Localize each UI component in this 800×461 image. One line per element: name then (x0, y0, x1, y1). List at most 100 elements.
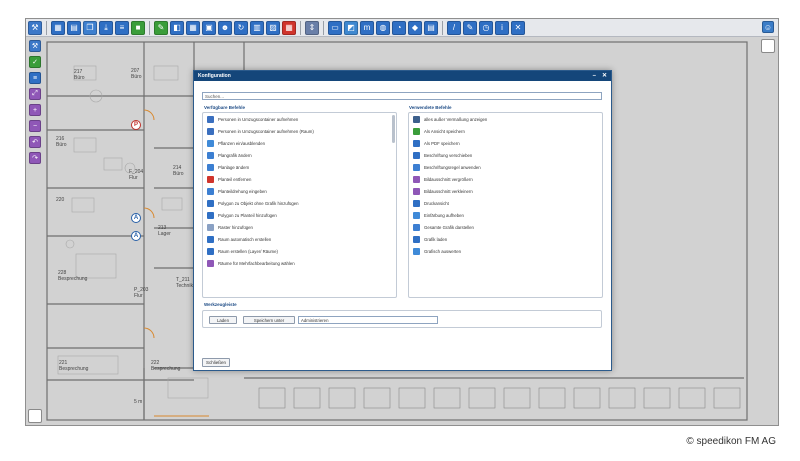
command-item[interactable]: alles außer Vermaßung anzeigen (409, 113, 602, 125)
user-icon[interactable]: ☺ (762, 21, 774, 33)
available-commands-list[interactable]: Personen in Umzugscontainer aufnehmen Per… (202, 112, 397, 298)
command-item[interactable]: Beschriftung verschieben (409, 149, 602, 161)
edit-icon[interactable]: ✎ (154, 20, 168, 35)
room-label: 220 (56, 197, 65, 203)
command-icon (413, 163, 420, 171)
calendar-icon[interactable]: ▦ (282, 20, 296, 35)
command-item[interactable]: Polygon zu Objekt ohne Grafik hinzufügen (203, 197, 396, 209)
command-item[interactable]: Als Ansicht speichern (409, 125, 602, 137)
grid2-icon[interactable]: ▦ (186, 20, 200, 35)
save-icon[interactable]: ■ (131, 20, 145, 35)
command-item[interactable]: Beschriftungsregel anwenden (409, 161, 602, 173)
pencil-icon[interactable]: ✎ (463, 20, 477, 35)
main-toolbar: ⚒ ▦ ▤ ❐ ⤓ ≡ ■ ✎ ◧ ▦ ▣ ☻ ↻ ▥ ▨ ▦ ⇕ ▭ ◩ m ◍ ◔ ◆ ▤ / ✎ ◷ i ✕ (26, 19, 778, 37)
image2-icon[interactable]: ◩ (344, 20, 358, 35)
command-item[interactable]: Pflanzen ein/ausblenden (203, 137, 396, 149)
search-input[interactable]: Suchen... (202, 92, 602, 100)
command-item[interactable]: Raster hinzufügen (203, 221, 396, 233)
command-item[interactable]: Plangrafik ändern (203, 149, 396, 161)
used-commands-title: Verwendete Befehle (409, 105, 452, 110)
tag-icon[interactable]: ◆ (408, 20, 422, 35)
zoom-out-icon[interactable]: − (29, 120, 41, 132)
command-label: Gesamte Grafik darstellen (424, 224, 474, 230)
zoom-box-icon[interactable]: ⤢ (29, 88, 41, 100)
command-item[interactable]: Einfärbung aufheben (409, 209, 602, 221)
parking-marker[interactable]: P (131, 120, 141, 130)
command-item[interactable]: Bildausschnitt vergrößern (409, 173, 602, 185)
command-item[interactable]: Grafik laden (409, 233, 602, 245)
command-icon (207, 163, 214, 171)
command-icon (413, 223, 420, 231)
command-label: Einfärbung aufheben (424, 212, 464, 218)
command-label: Raum erstellen (Layer/ Räume) (218, 248, 278, 254)
minimize-icon[interactable]: – (593, 73, 596, 79)
command-label: Polygon zu Planteil hinzufügen (218, 212, 277, 218)
save-as-button[interactable]: Speichern unter (243, 316, 295, 324)
command-item[interactable]: Als PDF speichern (409, 137, 602, 149)
stamp-icon[interactable]: ▨ (266, 20, 280, 35)
command-icon (207, 223, 214, 231)
command-label: Als PDF speichern (424, 140, 460, 146)
copy-icon[interactable]: ❐ (83, 20, 97, 35)
list-icon[interactable]: ≡ (115, 20, 129, 35)
command-item[interactable]: Bildausschnitt verkleinern (409, 185, 602, 197)
workspace-name-field[interactable]: Administrieren (298, 316, 438, 324)
report-icon[interactable]: ▥ (250, 20, 264, 35)
used-commands-list[interactable]: alles außer Vermaßung anzeigen Als Ansich… (408, 112, 603, 298)
close-icon[interactable]: ✕ (511, 20, 525, 35)
layers-icon[interactable]: ◧ (170, 20, 184, 35)
command-item[interactable]: Raum automatisch erstellen (203, 233, 396, 245)
grid-icon[interactable]: ▦ (51, 20, 65, 35)
table-icon[interactable]: ▤ (67, 20, 81, 35)
command-item[interactable]: Planteil entfernen (203, 173, 396, 185)
chart-icon[interactable]: ◔ (392, 20, 406, 35)
command-icon (413, 115, 420, 123)
command-item[interactable]: Gesamte Grafik darstellen (409, 221, 602, 233)
clock-icon[interactable]: ◷ (479, 20, 493, 35)
command-label: Planteildrehung eingeben (218, 188, 267, 194)
command-icon (207, 139, 214, 147)
room-label: 228 Besprechung (58, 270, 88, 282)
command-item[interactable]: Personen in Umzugscontainer aufnehmen (R… (203, 125, 396, 137)
globe-icon[interactable]: ◍ (376, 20, 390, 35)
wrench-icon[interactable]: ⚒ (28, 20, 42, 35)
command-item[interactable]: Planteildrehung eingeben (203, 185, 396, 197)
refresh-icon[interactable]: ↻ (234, 20, 248, 35)
command-item[interactable]: Grafisch auswerten (409, 245, 602, 257)
pdf-icon[interactable]: ⤓ (99, 20, 113, 35)
command-item[interactable]: Planlage ändern (203, 161, 396, 173)
command-item[interactable]: Personen in Umzugscontainer aufnehmen (203, 113, 396, 125)
room-label: T_211 Technik (176, 277, 193, 289)
room-label: 213 Lager (158, 225, 171, 237)
room-label: 214 Büro (173, 165, 184, 177)
stack-icon[interactable]: ▤ (424, 20, 438, 35)
ruler-icon[interactable]: / (447, 20, 461, 35)
monitor-icon[interactable]: ▭ (328, 20, 342, 35)
image-icon[interactable]: ▣ (202, 20, 216, 35)
configuration-dialog: Konfiguration – ✕ Suchen... Verfügbare B… (193, 70, 612, 371)
toolbar-separator (442, 20, 443, 35)
close-button[interactable]: Schließen (202, 358, 230, 367)
command-item[interactable]: Räume für Mehrfachbearbeitung wählen (203, 257, 396, 269)
list-icon[interactable]: ≡ (29, 72, 41, 84)
area-icon[interactable]: m (360, 20, 374, 35)
dialog-title: Konfiguration (198, 73, 231, 79)
close-icon[interactable]: ✕ (602, 73, 607, 79)
command-item[interactable]: Raum erstellen (Layer/ Räume) (203, 245, 396, 257)
scrollbar[interactable] (392, 115, 395, 143)
point-marker[interactable]: A (131, 231, 141, 241)
command-label: Planlage ändern (218, 164, 250, 170)
load-button[interactable]: Laden (209, 316, 237, 324)
zoom-in-icon[interactable]: + (29, 104, 41, 116)
command-item[interactable]: Polygon zu Planteil hinzufügen (203, 209, 396, 221)
redo-icon[interactable]: ↷ (29, 152, 41, 164)
command-item[interactable]: Druckansicht (409, 197, 602, 209)
info-icon[interactable]: i (495, 20, 509, 35)
point-marker[interactable]: A (131, 213, 141, 223)
corner-button[interactable] (28, 409, 42, 423)
undo-icon[interactable]: ↶ (29, 136, 41, 148)
wrench-icon[interactable]: ⚒ (29, 40, 41, 52)
people-icon[interactable]: ☻ (218, 20, 232, 35)
checklist-icon[interactable]: ✓ (29, 56, 41, 68)
fit-icon[interactable]: ⇕ (305, 20, 319, 35)
